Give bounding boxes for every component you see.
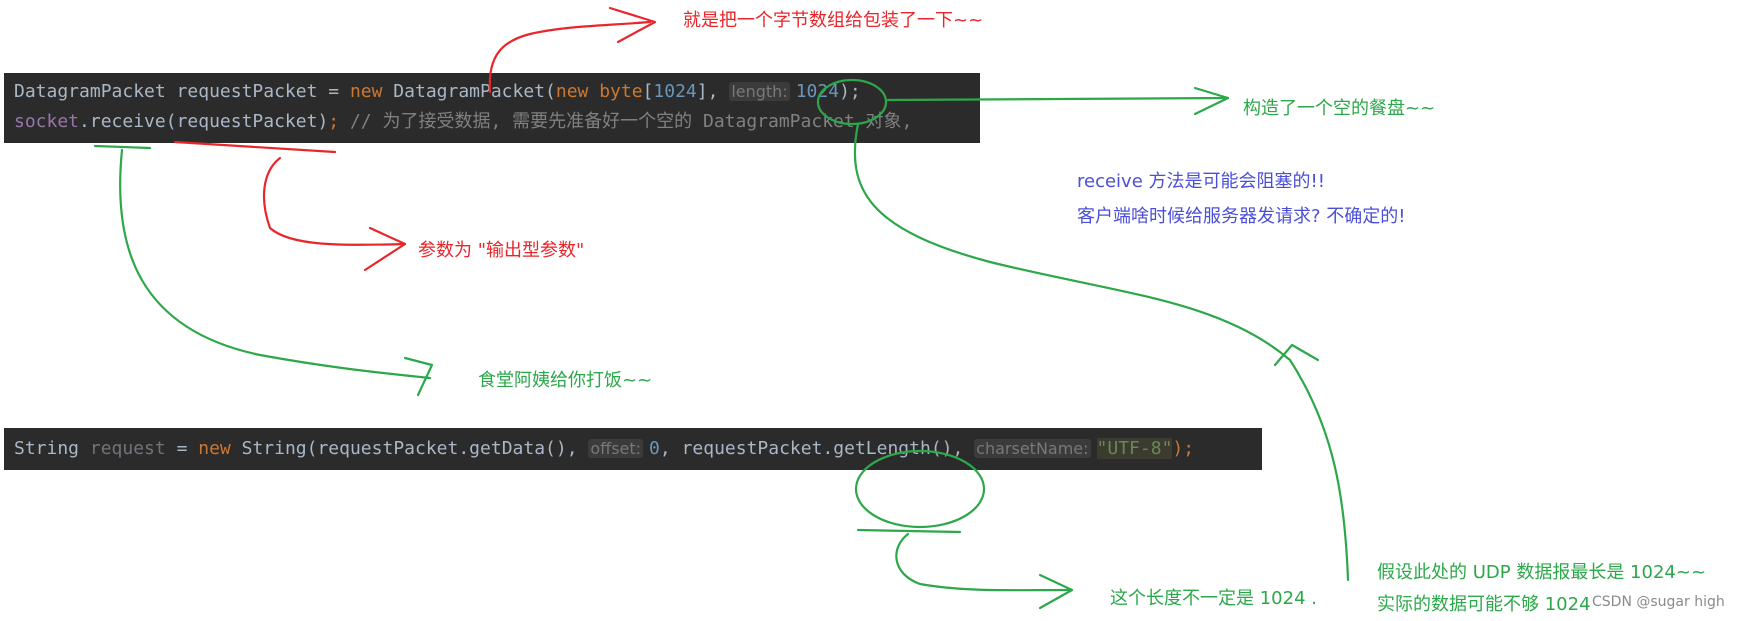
code-token-end: ); — [1172, 438, 1195, 459]
code-token-bracket-close: ], — [696, 81, 719, 102]
annotation-empty-plate: 构造了一个空的餐盘~~ — [1243, 98, 1436, 119]
annotation-receive-blocking-1: receive 方法是可能会阻塞的!! — [1077, 171, 1325, 192]
code-line-datagram-packet: DatagramPacket requestPacket = new Datag… — [14, 80, 861, 104]
watermark: CSDN @sugar high — [1592, 594, 1725, 610]
code-line-string-request: String request = new String(requestPacke… — [14, 437, 1194, 461]
code-token-string-ctor: String(requestPacket.getData(), — [230, 438, 578, 459]
annotation-output-param: 参数为 "输出型参数" — [418, 240, 585, 261]
code-token-length-value: 1024 — [795, 81, 840, 102]
green-arrowhead-empty-plate — [1193, 86, 1230, 116]
code-comment: // 为了接受数据, 需要先准备好一个空的 DatagramPacket 对象, — [339, 111, 913, 132]
code-token-receive-call: .receive(requestPacket) — [79, 111, 329, 132]
code-token-bracket-open: [ — [642, 81, 654, 102]
annotation-canteen: 食堂阿姨给你打饭~~ — [478, 370, 653, 391]
green-arrow-length-note — [895, 532, 1074, 592]
code-token-size: 1024 — [653, 81, 697, 102]
code-token-new: new — [198, 438, 231, 459]
red-underline-receive — [173, 140, 337, 154]
annotation-wrap-bytes: 就是把一个字节数组给包装了一下~~ — [683, 10, 984, 31]
code-token-request-var: request — [89, 438, 166, 459]
annotation-udp-max-1: 假设此处的 UDP 数据报最长是 1024~~ — [1377, 562, 1707, 583]
code-token-new-2: new — [555, 81, 589, 102]
code-token-charset-value: "UTF-8" — [1096, 438, 1173, 459]
code-token-offset-value: 0 — [649, 438, 660, 459]
green-arrowhead-udp — [1273, 343, 1320, 367]
code-block-string-ctor: String request = new String(requestPacke… — [4, 428, 1262, 470]
param-hint-charset: charsetName: — [974, 439, 1091, 458]
annotation-receive-blocking-2: 客户端啥时候给服务器发请求? 不确定的! — [1077, 206, 1406, 227]
code-token-string-type: String — [14, 438, 80, 459]
green-arrowhead-canteen — [403, 356, 434, 397]
code-block-receive: DatagramPacket requestPacket = new Datag… — [4, 73, 980, 143]
code-token-type: DatagramPacket — [14, 81, 166, 102]
annotation-length-not-1024: 这个长度不一定是 1024 . — [1110, 588, 1317, 609]
code-token-new: new — [349, 81, 383, 102]
green-underline-getlength — [856, 528, 962, 534]
code-token-var: requestPacket = — [165, 81, 350, 102]
code-token-socket: socket — [14, 111, 80, 132]
code-token-end: ); — [839, 81, 861, 102]
annotation-udp-max-2: 实际的数据可能不够 1024 — [1377, 594, 1591, 615]
code-line-socket-receive: socket.receive(requestPacket); // 为了接受数据… — [14, 110, 912, 134]
red-arrowhead-output-param — [363, 226, 407, 272]
code-token-ctor: DatagramPacket( — [382, 81, 556, 102]
code-token-semicolon: ; — [328, 111, 340, 132]
red-arrow-output-param — [263, 156, 407, 246]
code-token-eq: = — [165, 438, 199, 459]
param-hint-length: length: — [729, 82, 790, 101]
red-arrowhead-wrap-bytes — [608, 6, 657, 44]
green-arrow-canteen — [119, 148, 432, 380]
green-arrowhead-length-note — [1038, 573, 1074, 610]
code-token-get-length: , requestPacket.getLength(), — [659, 438, 964, 459]
param-hint-offset: offset: — [588, 439, 644, 458]
green-underline-socket — [93, 144, 152, 150]
code-token-byte: byte — [599, 81, 643, 102]
